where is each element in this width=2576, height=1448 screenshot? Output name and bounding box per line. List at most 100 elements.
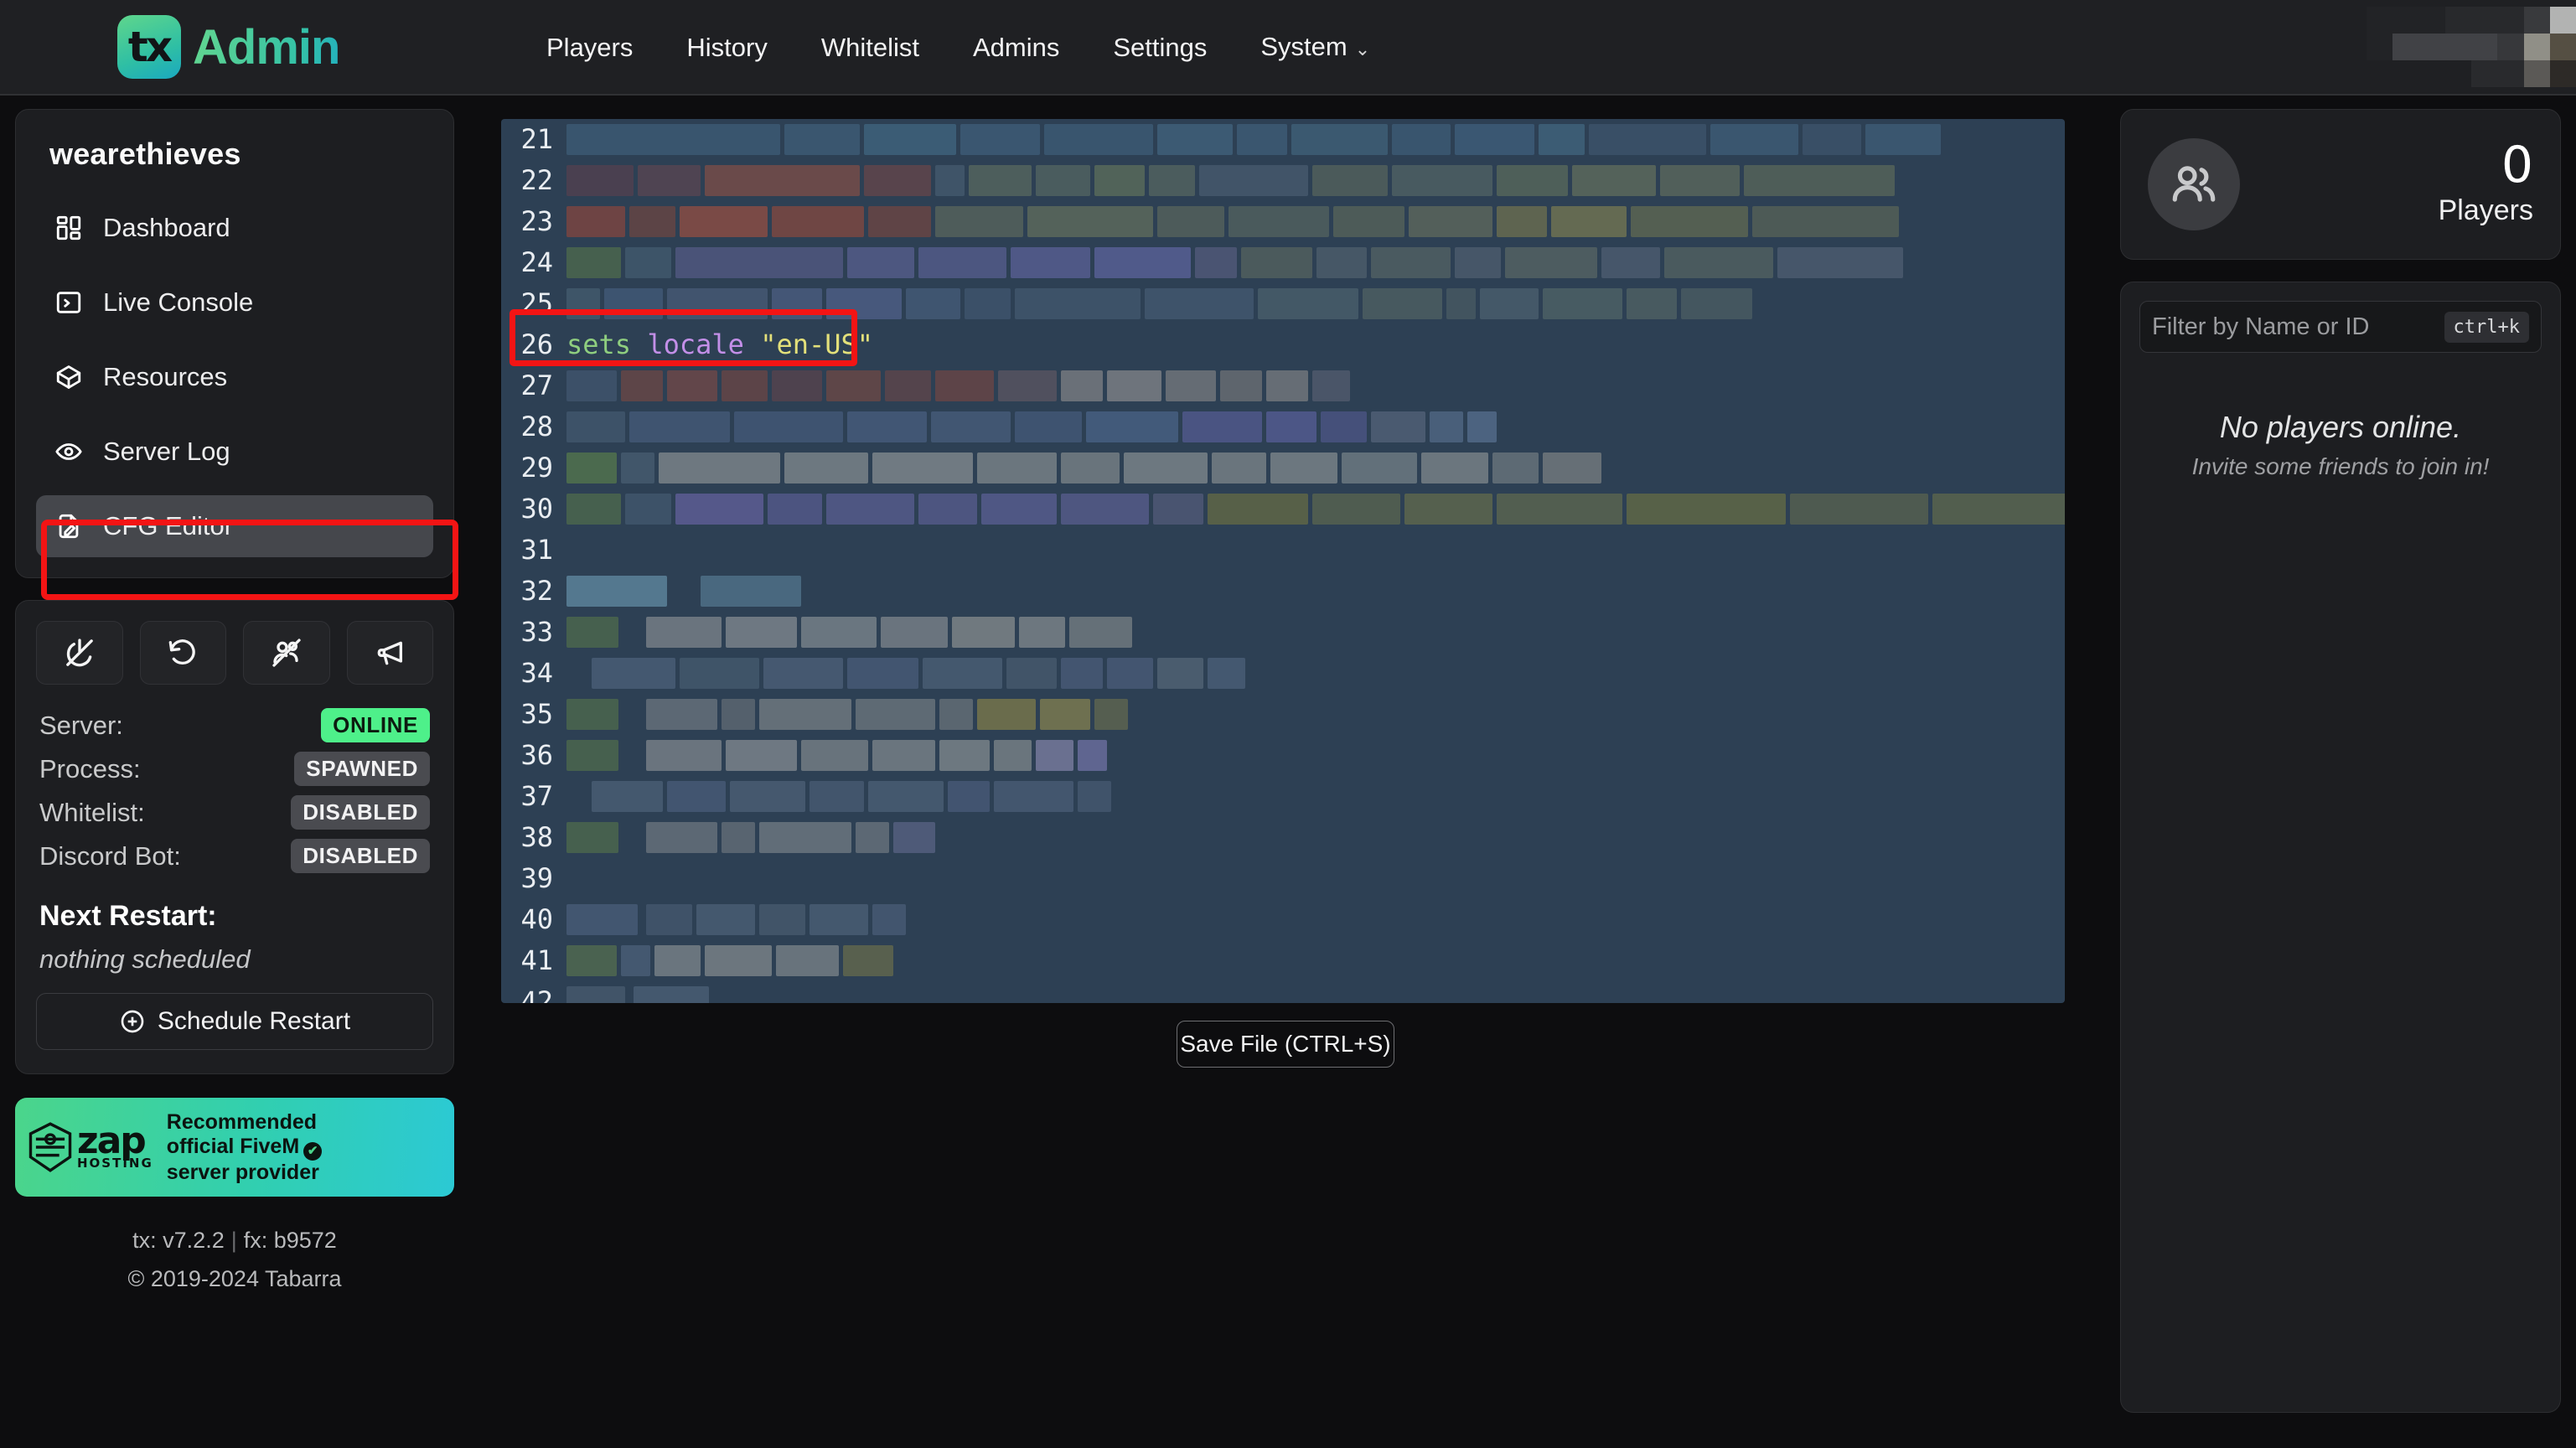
status-label: Whitelist: bbox=[39, 797, 145, 827]
redacted-code-block bbox=[1229, 206, 1329, 237]
redacted-code-block bbox=[1220, 370, 1262, 401]
sidebar-item-cfg-editor[interactable]: CFG Editor bbox=[36, 495, 433, 557]
kick-all-players-button[interactable] bbox=[243, 621, 330, 685]
redacted-code-block bbox=[1710, 124, 1798, 155]
redacted-code-block bbox=[621, 945, 650, 976]
brand-logo[interactable]: tx Admin bbox=[117, 15, 340, 79]
redacted-code-block bbox=[1627, 494, 1786, 525]
user-account-menu[interactable] bbox=[2367, 7, 2576, 87]
redacted-code-block bbox=[1107, 370, 1161, 401]
redacted-code-block bbox=[772, 288, 822, 319]
redacted-code-block bbox=[872, 904, 906, 935]
editor-line: 36 bbox=[501, 735, 2065, 776]
nav-link-label: Players bbox=[546, 33, 634, 62]
redacted-code-block bbox=[734, 411, 843, 442]
player-filter-input[interactable]: Filter by Name or ID ctrl+k bbox=[2139, 301, 2542, 353]
sidebar-item-resources[interactable]: Resources bbox=[36, 346, 433, 408]
editor-line-content bbox=[566, 776, 2065, 817]
redacted-code-block bbox=[893, 822, 935, 853]
redacted-code-block bbox=[1505, 247, 1597, 278]
file-edit-icon bbox=[53, 510, 85, 542]
redacted-code-block bbox=[981, 494, 1057, 525]
stop-server-button[interactable] bbox=[36, 621, 123, 685]
version-separator: | bbox=[230, 1228, 237, 1253]
fx-version: fx: b9572 bbox=[243, 1228, 337, 1253]
redacted-code-block bbox=[918, 247, 1006, 278]
players-avatar bbox=[2148, 138, 2240, 230]
nav-link-whitelist[interactable]: Whitelist bbox=[794, 0, 946, 96]
redacted-code-block bbox=[1040, 699, 1090, 730]
redacted-code-block bbox=[1312, 494, 1400, 525]
editor-line-content bbox=[566, 242, 2065, 283]
redacted-code-block bbox=[810, 904, 868, 935]
redacted-code-block bbox=[566, 411, 625, 442]
redacted-code-block bbox=[1392, 165, 1492, 196]
redacted-code-block bbox=[977, 452, 1057, 484]
redacted-code-block bbox=[1480, 288, 1539, 319]
redacted-code-block bbox=[1333, 206, 1404, 237]
sidebar-item-label: Live Console bbox=[103, 287, 254, 317]
redacted-code-block bbox=[872, 740, 935, 771]
redacted-code-block bbox=[667, 370, 717, 401]
redacted-code-block bbox=[1446, 288, 1476, 319]
redacted-code-block bbox=[1497, 206, 1547, 237]
editor-line: 28 bbox=[501, 406, 2065, 447]
cfg-code-editor[interactable]: 21 22 23 24 25 26 sets locale "en-US" 27 28 29 30 3… bbox=[501, 119, 2065, 1003]
redacted-code-block bbox=[1455, 247, 1501, 278]
redacted-code-block bbox=[1069, 617, 1132, 648]
players-empty-state: No players online. Invite some friends t… bbox=[2139, 410, 2542, 480]
redacted-code-block bbox=[1094, 165, 1145, 196]
redacted-code-block bbox=[566, 576, 667, 607]
schedule-restart-label: Schedule Restart bbox=[157, 1007, 351, 1035]
redacted-code-block bbox=[923, 658, 1002, 689]
sidebar-item-label: Server Log bbox=[103, 437, 230, 466]
redacted-code-block bbox=[1061, 452, 1120, 484]
redacted-code-block bbox=[1157, 658, 1203, 689]
editor-line: 22 bbox=[501, 160, 2065, 201]
editor-line: 24 bbox=[501, 242, 2065, 283]
schedule-restart-button[interactable]: Schedule Restart bbox=[36, 993, 433, 1050]
status-badge: DISABLED bbox=[291, 839, 430, 873]
redacted-code-block bbox=[768, 494, 822, 525]
redacted-code-block bbox=[1589, 124, 1706, 155]
redacted-code-block bbox=[566, 165, 634, 196]
nav-link-settings[interactable]: Settings bbox=[1086, 0, 1234, 96]
redacted-code-block bbox=[1631, 206, 1748, 237]
nav-link-players[interactable]: Players bbox=[520, 0, 660, 96]
sidebar-item-server-log[interactable]: Server Log bbox=[36, 421, 433, 483]
zap-hosting-logo-icon: zap HOSTING bbox=[27, 1121, 153, 1173]
redacted-block bbox=[2497, 7, 2524, 34]
redacted-code-block bbox=[1371, 247, 1451, 278]
editor-line-number: 25 bbox=[520, 287, 553, 319]
redacted-code-block bbox=[931, 411, 1011, 442]
sidebar-item-dashboard[interactable]: Dashboard bbox=[36, 197, 433, 259]
redacted-code-block bbox=[1664, 247, 1773, 278]
status-row: Server: ONLINE bbox=[36, 708, 433, 742]
editor-line: 33 bbox=[501, 612, 2065, 653]
redacted-code-block bbox=[1195, 247, 1237, 278]
save-file-button[interactable]: Save File (CTRL+S) bbox=[1177, 1021, 1394, 1068]
editor-line: 21 bbox=[501, 119, 2065, 160]
editor-line-number: 38 bbox=[520, 821, 553, 853]
nav-link-admins[interactable]: Admins bbox=[946, 0, 1086, 96]
redacted-code-block bbox=[705, 945, 772, 976]
editor-line-content bbox=[566, 858, 2065, 899]
redacted-code-block bbox=[566, 904, 638, 935]
sidebar-item-live-console[interactable]: Live Console bbox=[36, 272, 433, 334]
redacted-code-block bbox=[1241, 247, 1312, 278]
server-status-card: Server: ONLINE Process: SPAWNED Whitelist: DI… bbox=[15, 600, 454, 1074]
announcement-button[interactable] bbox=[346, 621, 433, 685]
nav-link-history[interactable]: History bbox=[660, 0, 794, 96]
restart-server-button[interactable] bbox=[139, 621, 226, 685]
redacted-block bbox=[2549, 60, 2576, 87]
zap-hosting-banner[interactable]: zap HOSTING Recommended official FiveM ✔ … bbox=[15, 1098, 454, 1197]
redacted-code-block bbox=[1497, 494, 1622, 525]
editor-line-content bbox=[566, 406, 2065, 447]
redacted-code-block bbox=[994, 781, 1073, 812]
redacted-code-block bbox=[638, 165, 701, 196]
editor-line-content bbox=[566, 447, 2065, 489]
nav-link-system[interactable]: System ⌄ bbox=[1234, 0, 1397, 97]
editor-line-number: 24 bbox=[520, 246, 553, 278]
txadmin-logo-icon: tx bbox=[117, 15, 181, 79]
editor-line-content bbox=[566, 653, 2065, 694]
